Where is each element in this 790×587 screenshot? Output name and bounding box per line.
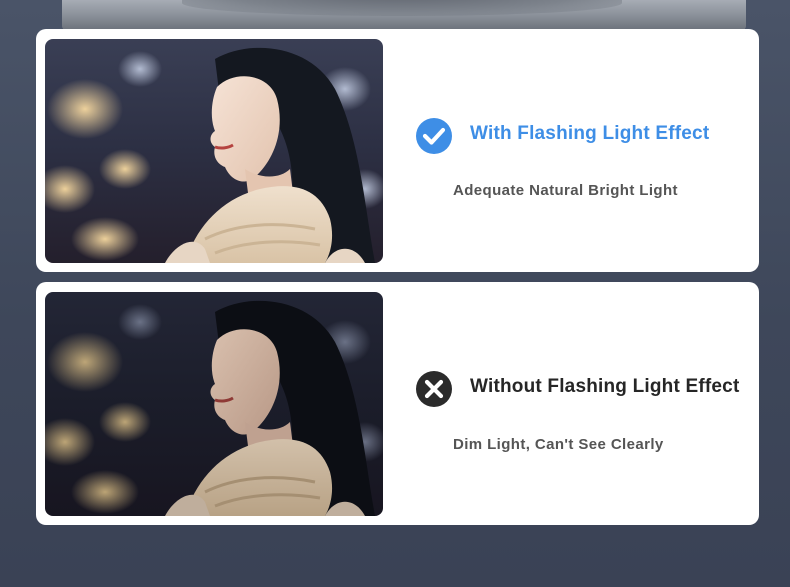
comparison-card-without-flash: Without Flashing Light Effect Dim Light,…: [36, 282, 759, 525]
portrait-photo-bright: [45, 39, 383, 263]
check-circle-icon: [416, 118, 452, 154]
comparison-title-without-flash: Without Flashing Light Effect: [470, 376, 740, 397]
x-circle-icon: [416, 371, 452, 407]
comparison-title-with-flash: With Flashing Light Effect: [470, 123, 710, 144]
comparison-subtitle-with-flash: Adequate Natural Bright Light: [453, 182, 678, 199]
portrait-photo-dim: [45, 292, 383, 516]
comparison-card-with-flash: With Flashing Light Effect Adequate Natu…: [36, 29, 759, 272]
product-device-edge: [62, 0, 746, 30]
comparison-subtitle-without-flash: Dim Light, Can't See Clearly: [453, 436, 664, 453]
